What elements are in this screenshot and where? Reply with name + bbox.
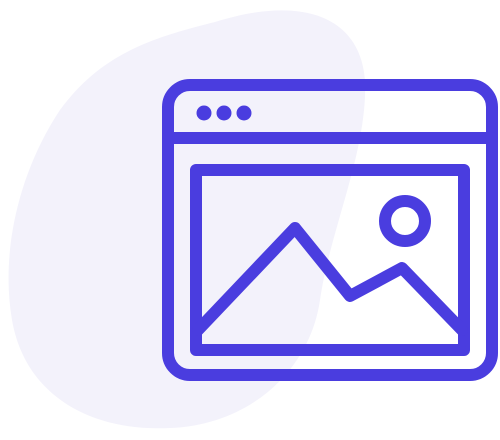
window-dot <box>216 105 232 121</box>
background-blob <box>8 10 366 429</box>
illustration-svg <box>8 10 498 429</box>
window-dot <box>196 105 212 121</box>
illustration <box>0 0 500 440</box>
window-dot <box>236 105 252 121</box>
sun-icon <box>379 195 431 247</box>
window-dots <box>196 105 252 121</box>
